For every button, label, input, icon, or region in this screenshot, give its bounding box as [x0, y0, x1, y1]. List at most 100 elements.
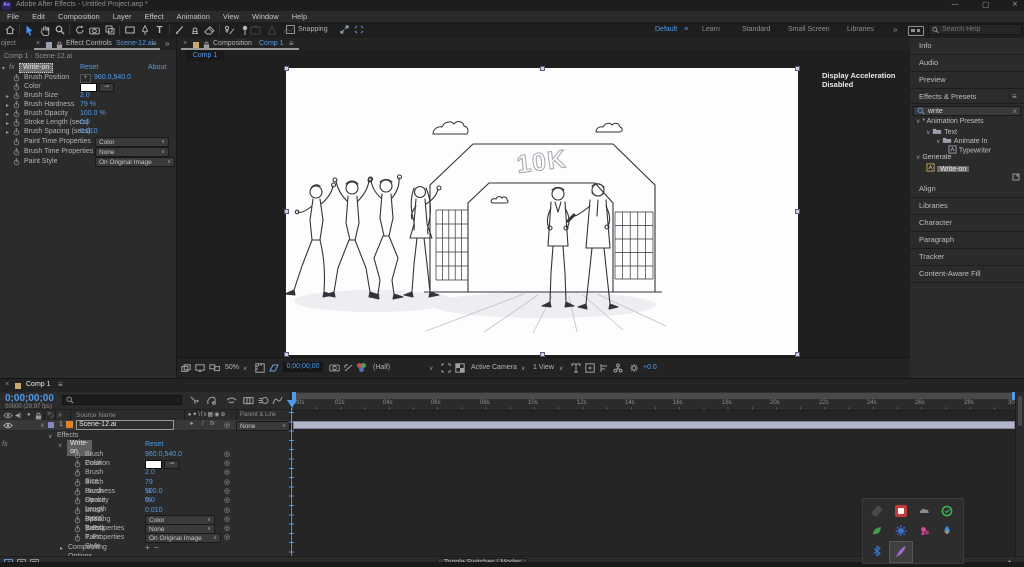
paint-style-dropdown[interactable]: On Original Image ∨ [95, 157, 175, 167]
zoom-about-icon[interactable] [340, 25, 349, 34]
stopwatch-icon[interactable] [13, 83, 20, 91]
exposure-gear-icon[interactable] [629, 363, 639, 373]
property-value[interactable]: 2.0 [80, 91, 90, 100]
tray-icon-pink-app[interactable] [919, 525, 931, 537]
layer-label-color[interactable] [48, 422, 54, 428]
motion-blur-icon[interactable] [258, 396, 269, 405]
timeline-search-field[interactable] [62, 395, 182, 405]
pan-behind-tool-icon[interactable] [102, 23, 117, 37]
menu-view[interactable]: View [223, 12, 239, 21]
effects-presets-search-input[interactable] [928, 107, 1008, 115]
camera-tool-icon[interactable] [87, 23, 102, 37]
panel-effects-presets[interactable]: Effects & Presets [910, 89, 1024, 104]
camera-view-dropdown[interactable]: Active Camera [471, 364, 517, 371]
pickwhip-icon[interactable]: ◎ [224, 533, 230, 542]
pickwhip-icon[interactable]: ◎ [224, 487, 230, 496]
tab-project-partial[interactable]: oject [1, 40, 16, 47]
menu-edit[interactable]: Edit [32, 12, 45, 21]
layer-row-scene12[interactable]: ∨ 1 Scene-12.ai ♠ / fx ◎ None ∨ [0, 420, 290, 431]
brush-tool-icon[interactable] [172, 23, 187, 37]
snapping-checkbox[interactable] [286, 25, 295, 34]
rotate-tool-icon[interactable] [72, 23, 87, 37]
tray-icon-security[interactable] [895, 505, 907, 517]
panel-info[interactable]: Info [910, 38, 1024, 55]
parent-dropdown[interactable]: None ∨ [236, 421, 290, 431]
stopwatch-icon[interactable] [74, 534, 81, 542]
stopwatch-icon[interactable] [74, 479, 81, 487]
stopwatch-icon[interactable] [13, 128, 20, 136]
twirl-down-icon[interactable]: ∨ [40, 422, 44, 429]
property-value[interactable]: 0.010 [80, 127, 98, 136]
stopwatch-icon[interactable] [13, 148, 20, 156]
selection-handle[interactable] [795, 209, 800, 214]
stopwatch-icon[interactable] [74, 469, 81, 477]
tray-icon-bluetooth[interactable] [871, 545, 883, 557]
menu-window[interactable]: Window [252, 12, 279, 21]
workspace-bar-icon[interactable] [908, 26, 924, 36]
stopwatch-icon[interactable] [13, 92, 20, 100]
tray-icon-onedrive[interactable] [919, 505, 931, 517]
property-value[interactable]: 960.0,540.0 [94, 73, 131, 82]
time-ruler[interactable]: :00s 02s 04s 06s 08s 10s 12s 14s 16s 18s… [291, 400, 1024, 411]
timeline-search-input[interactable] [77, 396, 177, 404]
remove-icon[interactable]: − [154, 543, 159, 552]
type-tool-icon[interactable]: T [152, 23, 167, 37]
tray-icon-settings-blue[interactable] [895, 525, 907, 537]
panel-tracker[interactable]: Tracker [910, 249, 1024, 266]
layer-duration-bar[interactable] [293, 421, 1015, 429]
tab-close-icon[interactable]: × [36, 40, 40, 47]
stopwatch-icon[interactable] [13, 101, 20, 109]
collapse-switch-icon[interactable]: / [202, 421, 204, 427]
timeline-button-icon[interactable] [599, 363, 609, 373]
tray-icon-pen-selected[interactable] [889, 541, 913, 563]
effect-about-button[interactable]: About [148, 64, 166, 71]
menu-composition[interactable]: Composition [58, 12, 100, 21]
pickwhip-icon[interactable]: ◎ [224, 450, 230, 459]
work-area-bar[interactable] [293, 393, 1015, 399]
zoom-tool-icon[interactable] [52, 23, 67, 37]
hand-tool-icon[interactable] [37, 23, 52, 37]
stopwatch-icon[interactable] [74, 497, 81, 505]
show-snapshot-icon[interactable] [344, 364, 353, 372]
flowchart-button-icon[interactable] [613, 363, 623, 373]
stopwatch-icon[interactable] [13, 158, 20, 166]
workspace-overflow-icon[interactable]: » [893, 25, 897, 34]
preview-monitors-icon[interactable] [209, 364, 220, 372]
workspace-menu-icon[interactable]: ≡ [684, 26, 688, 33]
snapshot-camera-icon[interactable] [329, 363, 340, 372]
viewer-timecode[interactable]: 0;00;00;00 [283, 362, 323, 372]
clear-search-icon[interactable]: × [1012, 107, 1017, 116]
selection-handle[interactable] [540, 66, 545, 71]
pickwhip-icon[interactable]: ◎ [224, 496, 230, 505]
panel-libraries[interactable]: Libraries [910, 198, 1024, 215]
effect-name-selected[interactable]: Write-on [19, 63, 54, 73]
property-value[interactable]: 79 % [80, 100, 96, 109]
source-name-column[interactable]: Source Name [76, 412, 116, 419]
ruler-grid-icon[interactable] [255, 363, 265, 373]
menu-layer[interactable]: Layer [113, 12, 132, 21]
menu-effect[interactable]: Effect [144, 12, 163, 21]
stopwatch-icon[interactable] [74, 516, 81, 524]
resolution-toggle-icon[interactable] [354, 25, 364, 34]
transparency-grid-icon[interactable] [455, 363, 465, 373]
resolution-dropdown[interactable]: (Half) [373, 364, 390, 371]
mask-visibility-icon[interactable] [269, 364, 279, 372]
search-help-input[interactable] [942, 26, 1018, 33]
search-help-field[interactable] [928, 24, 1022, 35]
draft-3d-icon[interactable] [206, 396, 217, 405]
panel-audio[interactable]: Audio [910, 55, 1024, 72]
composition-canvas[interactable]: 10K [286, 68, 798, 355]
tree-item-animate-in-folder[interactable]: ∨ Animate In [936, 136, 987, 145]
work-area-start-marker[interactable] [292, 392, 296, 400]
zoom-level-dropdown[interactable]: 50% [225, 364, 239, 371]
chevron-down-icon[interactable]: ∨ [559, 365, 563, 372]
new-preset-icon[interactable] [1012, 173, 1020, 181]
tree-item-text-folder[interactable]: ∨ Text [926, 127, 957, 136]
panel-overflow-icon[interactable]: » [165, 39, 169, 48]
pickwhip-icon[interactable]: ◎ [224, 478, 230, 487]
timeline-scrollbar[interactable] [1018, 396, 1022, 426]
tree-item-typewriter-preset[interactable]: Typewriter [948, 145, 991, 155]
selection-handle[interactable] [795, 66, 800, 71]
tree-item-animation-presets[interactable]: ∨ * Animation Presets [916, 118, 983, 125]
clone-stamp-tool-icon[interactable] [187, 23, 202, 37]
